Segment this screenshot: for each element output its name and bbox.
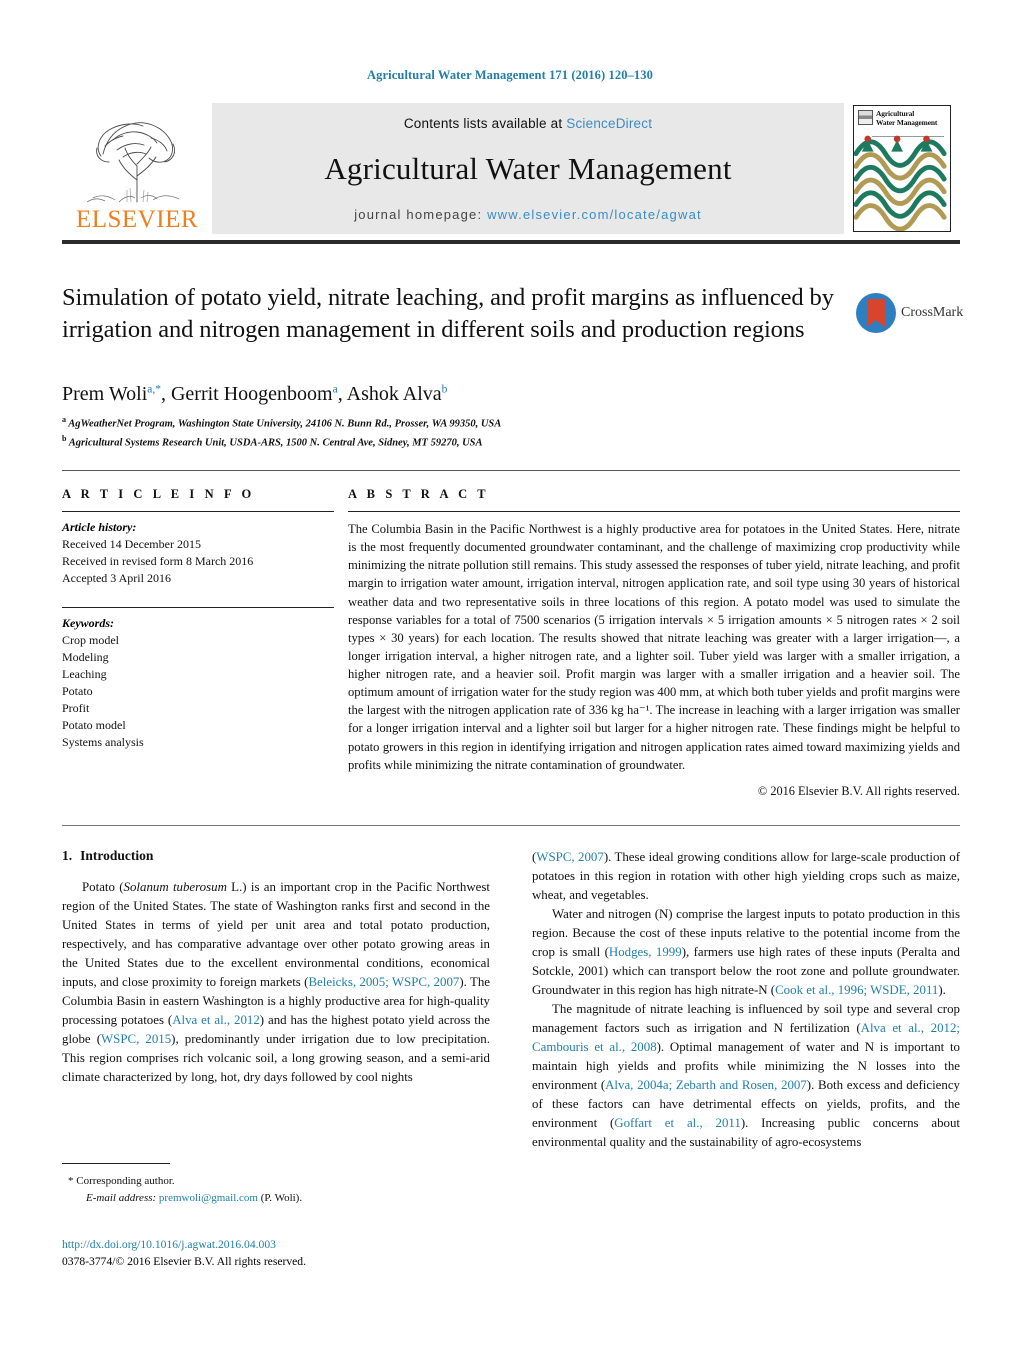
author-3-affiliation-marker[interactable]: b (442, 383, 448, 395)
article-history-item: Received in revised form 8 March 2016 (62, 554, 254, 569)
citation-link[interactable]: Alva, 2004a; Zebarth and Rosen, 2007 (605, 1078, 807, 1092)
paragraph: The magnitude of nitrate leaching is inf… (532, 1001, 961, 1149)
article-info-rule (62, 511, 334, 512)
journal-homepage-line: journal homepage: www.elsevier.com/locat… (354, 207, 702, 222)
citation-link[interactable]: Goffart et al., 2011 (614, 1116, 741, 1130)
abstract-text: The Columbia Basin in the Pacific Northw… (348, 522, 960, 772)
body-column-right: (WSPC, 2007). These ideal growing condit… (532, 848, 960, 1152)
title-block: Simulation of potato yield, nitrate leac… (62, 282, 852, 346)
affiliation-text-a: AgWeatherNet Program, Washington State U… (68, 418, 502, 430)
elsevier-wordmark: ELSEVIER (75, 206, 199, 233)
contents-prefix: Contents lists available at (403, 116, 567, 131)
footnote-rule (62, 1163, 170, 1164)
running-head: Agricultural Water Management 171 (2016)… (367, 68, 653, 82)
article-info-spacer (62, 587, 334, 607)
elsevier-logo: ELSEVIER (62, 103, 212, 234)
affiliation-marker-b: b (62, 433, 67, 443)
banner-bottom-rule (62, 240, 960, 244)
sciencedirect-link[interactable]: ScienceDirect (566, 116, 652, 131)
cover-image: Agricultural Water Management (853, 105, 951, 232)
affiliation-text-b: Agricultural Systems Research Unit, USDA… (68, 437, 483, 449)
banner-center: Contents lists available at ScienceDirec… (212, 103, 844, 234)
author-1-name: Prem Woli (62, 383, 148, 405)
section-number: 1. (62, 848, 73, 863)
species-name: Solanum tuberosum (123, 880, 227, 894)
keyword-item: Potato model (62, 718, 126, 733)
keyword-item: Modeling (62, 650, 109, 665)
keyword-item: Profit (62, 701, 90, 716)
citation-link[interactable]: Cook et al., 1996; WSDE, 2011 (775, 983, 938, 997)
article-history-item: Received 14 December 2015 (62, 537, 201, 551)
email-note: E-mail address: premwoli@gmail.com (P. W… (62, 1190, 490, 1207)
abstract-heading: A B S T R A C T (348, 487, 490, 501)
keyword-item: Potato (62, 684, 93, 699)
author-list: Prem Wolia,*, Gerrit Hoogenbooma, Ashok … (62, 383, 447, 406)
cover-title-line-2: Water Management (876, 117, 938, 127)
cover-emblem-icon (858, 110, 873, 125)
affiliation-list: a AgWeatherNet Program, Washington State… (62, 414, 501, 452)
contents-lists-line: Contents lists available at ScienceDirec… (404, 116, 652, 131)
paragraph: (WSPC, 2007). These ideal growing condit… (532, 850, 960, 902)
section-heading-introduction: 1. Introduction (62, 848, 490, 864)
homepage-prefix: journal homepage: (354, 206, 488, 222)
copyright-line: © 2016 Elsevier B.V. All rights reserved… (757, 783, 960, 798)
abstract-rule (348, 511, 960, 512)
section-title: Introduction (80, 848, 154, 863)
keywords-label: Keywords: (62, 616, 114, 631)
journal-homepage-link[interactable]: www.elsevier.com/locate/agwat (487, 207, 702, 222)
doi-block: http://dx.doi.org/10.1016/j.agwat.2016.0… (62, 1236, 522, 1271)
author-separator-1: , (160, 383, 171, 405)
abstract-top-rule (62, 470, 960, 471)
affiliation-marker-a: a (62, 415, 66, 424)
journal-title: Agricultural Water Management (324, 150, 732, 186)
footnote-asterisk: * (68, 1175, 74, 1187)
journal-cover-thumbnail: Agricultural Water Management (844, 103, 960, 234)
affiliation-item: a AgWeatherNet Program, Washington State… (62, 414, 501, 433)
paragraph: Potato (Solanum tuberosum L.) is an impo… (62, 880, 491, 1084)
keywords-rule (62, 607, 334, 609)
page-title: Simulation of potato yield, nitrate leac… (62, 284, 834, 343)
body-columns: 1. Introduction Potato (Solanum tuberosum… (62, 848, 960, 1152)
article-page: Agricultural Water Management 171 (2016)… (0, 0, 1020, 1351)
article-info-section: A R T I C L E I N F O Article history: R… (62, 487, 334, 751)
crossmark-badge[interactable]: CrossMark (856, 284, 964, 342)
abstract-section: A B S T R A C T The Columbia Basin in th… (348, 487, 960, 799)
citation-link[interactable]: WSPC, 2007 (536, 850, 604, 864)
issn-copyright-line: 0378-3774/© 2016 Elsevier B.V. All right… (62, 1255, 306, 1269)
email-link[interactable]: premwoli@gmail.com (159, 1192, 258, 1204)
doi-link[interactable]: http://dx.doi.org/10.1016/j.agwat.2016.0… (62, 1236, 522, 1253)
author-separator-2: , (337, 383, 347, 405)
journal-banner: ELSEVIER Contents lists available at Sci… (62, 103, 960, 234)
keyword-item: Leaching (62, 667, 107, 682)
footnote-block: * Corresponding author. E-mail address: … (62, 1163, 490, 1206)
corresponding-author-note: * Corresponding author. (62, 1173, 490, 1190)
email-suffix: (P. Woli). (260, 1191, 303, 1204)
cover-header: Agricultural Water Management (858, 109, 946, 127)
citation-link[interactable]: Alva et al., 2012 (172, 1013, 260, 1027)
abstract-bottom-rule (62, 825, 960, 826)
crossmark-label: CrossMark (901, 305, 964, 320)
paragraph: Water and nitrogen (N) comprise the larg… (532, 906, 960, 997)
crossmark-icon (856, 293, 896, 333)
author-2-name: Gerrit Hoogenboom (170, 383, 333, 405)
email-label: E-mail address: (86, 1191, 157, 1204)
keyword-item: Systems analysis (62, 735, 144, 750)
author-3-name: Ashok Alva (346, 383, 442, 405)
affiliation-item: b Agricultural Systems Research Unit, US… (62, 433, 501, 452)
article-info-heading: A R T I C L E I N F O (62, 487, 255, 501)
keyword-item: Crop model (62, 633, 119, 648)
corresponding-author-text: Corresponding author. (76, 1175, 175, 1187)
cover-title: Agricultural Water Management (876, 109, 938, 127)
elsevier-tree-icon (83, 110, 191, 206)
citation-link[interactable]: Beleicks, 2005; WSPC, 2007 (308, 975, 459, 989)
article-history-label: Article history: (62, 520, 137, 534)
article-history-item: Accepted 3 April 2016 (62, 571, 171, 586)
citation-link[interactable]: WSPC, 2015 (101, 1032, 171, 1046)
citation-link[interactable]: Hodges, 1999 (609, 945, 682, 959)
body-column-left: 1. Introduction Potato (Solanum tuberosum… (62, 848, 490, 1152)
author-1-affiliation-marker[interactable]: a,* (147, 383, 161, 395)
cover-artwork (854, 135, 947, 231)
citation-link[interactable]: Alva et al., 2012; Cambouris et al., 200… (532, 1021, 960, 1054)
